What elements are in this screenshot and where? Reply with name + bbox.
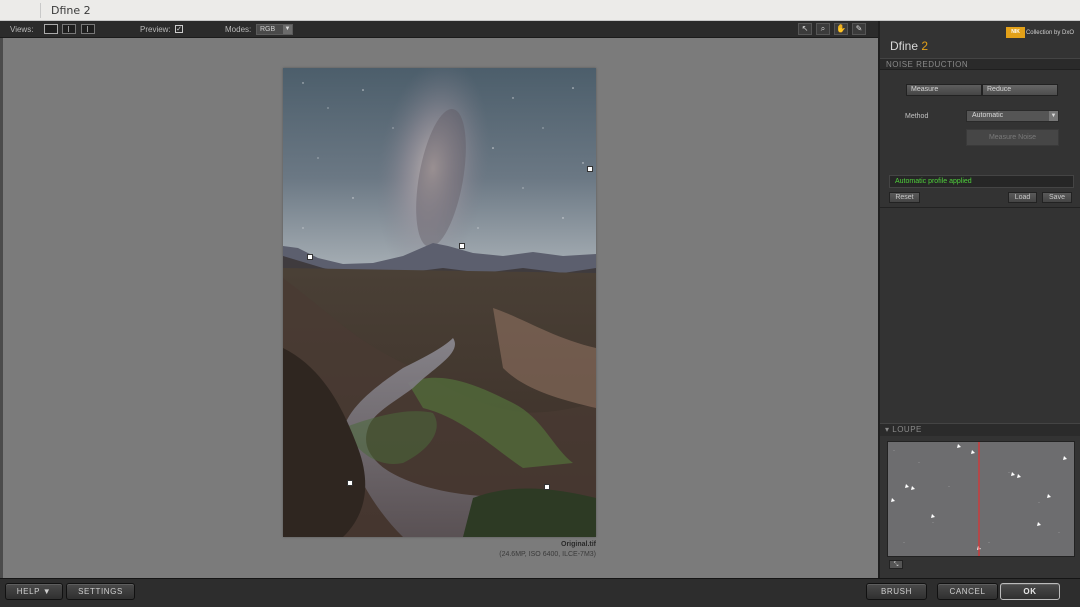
- chevron-down-icon: ▾: [885, 425, 890, 434]
- method-select[interactable]: Automatic ▼: [966, 110, 1059, 122]
- app-name: Dfine 2: [890, 39, 928, 53]
- split-view-button[interactable]: [62, 24, 76, 34]
- reset-button[interactable]: Reset: [889, 192, 920, 203]
- top-toolbar: Views: Preview: ✓ Modes: RGB ▼ ↖ ⌕ ✋ ✎: [0, 21, 878, 38]
- control-point-handle[interactable]: [544, 484, 550, 490]
- loupe-pin-icon[interactable]: ⤡: [889, 560, 903, 569]
- control-point-handle[interactable]: [307, 254, 313, 260]
- method-value: Automatic: [972, 112, 1004, 119]
- loupe-title: LOUPE: [892, 425, 922, 434]
- image-filename: Original.tif: [561, 541, 596, 548]
- method-label: Method: [905, 113, 929, 120]
- loupe-header[interactable]: ▾ LOUPE: [880, 423, 1080, 436]
- bottom-bar: HELP ▼ SETTINGS BRUSH CANCEL OK: [0, 578, 1080, 607]
- noise-reduction-header[interactable]: NOISE REDUCTION: [880, 58, 1080, 70]
- modes-label: Modes:: [225, 25, 252, 34]
- hand-icon[interactable]: ✋: [834, 23, 848, 35]
- load-button[interactable]: Load: [1008, 192, 1037, 203]
- window-title: Dfine 2: [51, 4, 91, 17]
- brand-text: Collection by DxO: [1025, 30, 1074, 36]
- preview-checkbox[interactable]: ✓: [175, 25, 183, 33]
- side-by-side-view-button[interactable]: [81, 24, 95, 34]
- chevron-down-icon: ▼: [283, 25, 292, 34]
- titlebar-divider: [40, 3, 41, 18]
- loupe-preview[interactable]: [887, 441, 1075, 557]
- panel-divider: [880, 207, 1080, 208]
- tab-measure[interactable]: Measure: [906, 84, 982, 96]
- mode-value: RGB: [260, 26, 276, 33]
- mode-tabs: Measure Reduce: [906, 84, 1058, 96]
- control-point-handle[interactable]: [459, 243, 465, 249]
- nik-logo: NIK: [1006, 27, 1025, 38]
- tab-reduce[interactable]: Reduce: [982, 84, 1058, 96]
- measure-noise-button[interactable]: Measure Noise: [966, 129, 1059, 146]
- right-panel: NIK Collection by DxO Dfine 2 NOISE REDU…: [878, 21, 1080, 578]
- chevron-down-icon: ▼: [1049, 111, 1058, 121]
- control-point-handle[interactable]: [347, 480, 353, 486]
- settings-button[interactable]: SETTINGS: [66, 583, 135, 600]
- loupe-image: [888, 442, 1074, 556]
- views-label: Views:: [10, 25, 34, 34]
- app-name-text: Dfine: [890, 39, 919, 53]
- status-message: Automatic profile applied: [889, 175, 1074, 188]
- single-view-button[interactable]: [44, 24, 58, 34]
- help-button[interactable]: HELP ▼: [5, 583, 63, 600]
- control-point-handle[interactable]: [587, 166, 593, 172]
- preview-label: Preview:: [140, 25, 171, 34]
- image-metadata: (24.6MP, ISO 6400, ILCE-7M3): [499, 551, 596, 558]
- photo-preview[interactable]: [283, 68, 596, 537]
- zoom-icon[interactable]: ⌕: [816, 23, 830, 35]
- mode-select[interactable]: RGB ▼: [256, 24, 293, 35]
- cancel-button[interactable]: CANCEL: [937, 583, 998, 600]
- color-picker-icon[interactable]: ✎: [852, 23, 866, 35]
- window-titlebar: Dfine 2: [0, 0, 1080, 21]
- ok-button[interactable]: OK: [1000, 583, 1060, 600]
- brush-button[interactable]: BRUSH: [866, 583, 927, 600]
- milky-way-landscape-image: [283, 68, 596, 537]
- save-button[interactable]: Save: [1042, 192, 1072, 203]
- app-version: 2: [921, 39, 929, 53]
- pointer-icon[interactable]: ↖: [798, 23, 812, 35]
